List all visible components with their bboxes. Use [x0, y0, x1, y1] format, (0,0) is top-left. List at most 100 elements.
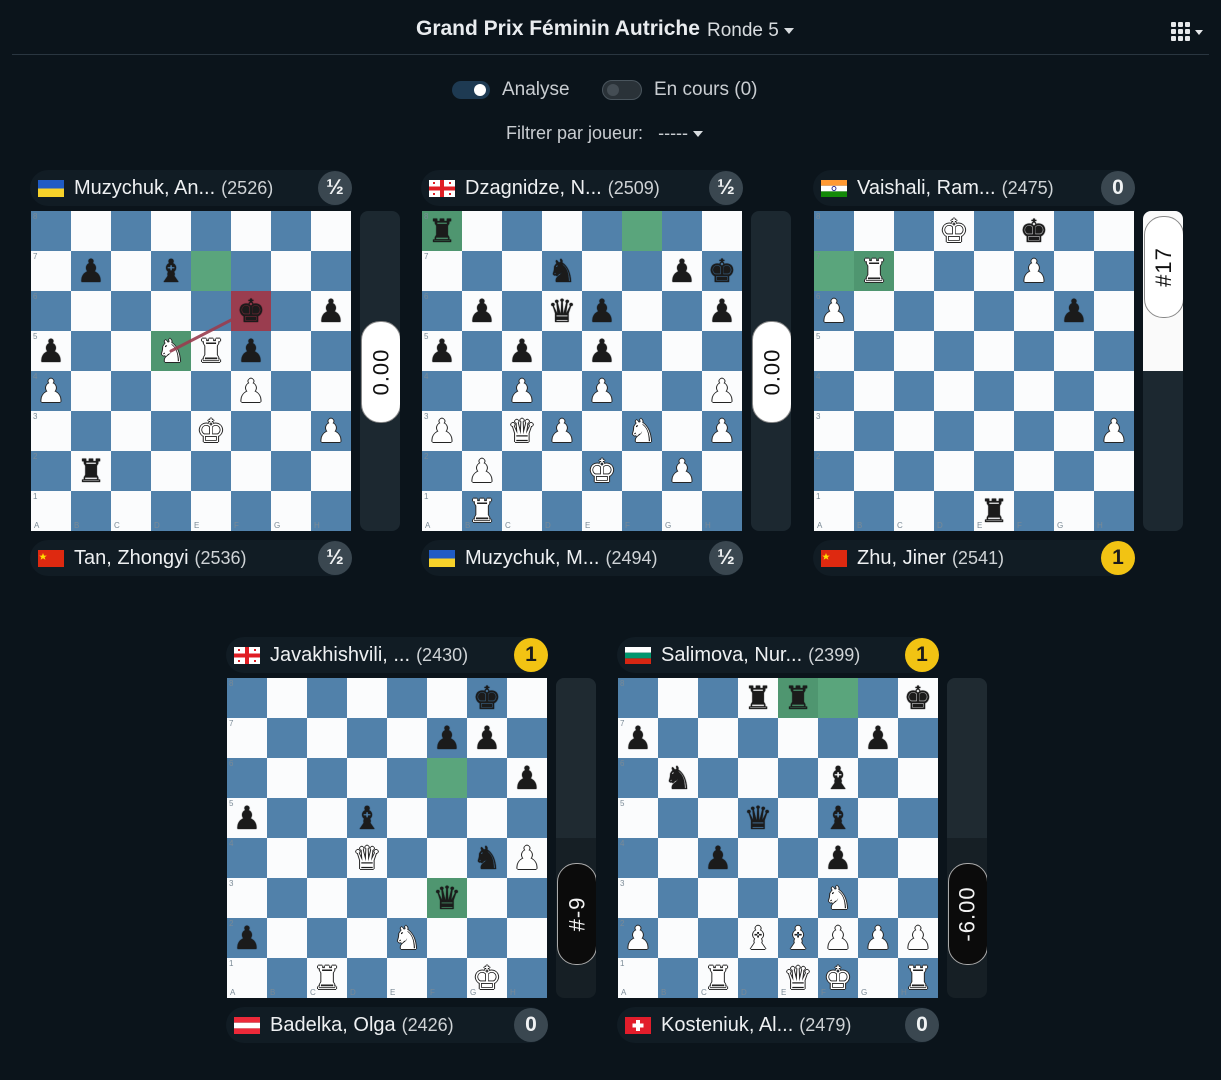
square-b3[interactable]: [854, 411, 894, 451]
square-b6[interactable]: [854, 291, 894, 331]
square-e5[interactable]: [974, 331, 1014, 371]
square-d2[interactable]: [934, 451, 974, 491]
square-c7[interactable]: [698, 718, 738, 758]
square-f7[interactable]: [622, 251, 662, 291]
square-d3[interactable]: [151, 411, 191, 451]
square-g5[interactable]: [662, 331, 702, 371]
round-selector[interactable]: Ronde 5: [707, 20, 794, 42]
square-g8[interactable]: [858, 678, 898, 718]
square-c6[interactable]: [502, 291, 542, 331]
square-h5[interactable]: [311, 331, 351, 371]
square-a5[interactable]: 5 ♟: [422, 331, 462, 371]
square-b8[interactable]: [854, 211, 894, 251]
player-bar-top[interactable]: Muzychuk, An... (2526) ½: [30, 170, 352, 206]
square-d3[interactable]: [347, 878, 387, 918]
square-e4[interactable]: [387, 838, 427, 878]
square-d3[interactable]: [738, 878, 778, 918]
square-h4[interactable]: [1094, 371, 1134, 411]
square-f4[interactable]: ♟: [231, 371, 271, 411]
square-c2[interactable]: [894, 451, 934, 491]
player-bar-bottom[interactable]: Tan, Zhongyi (2536) ½: [30, 540, 352, 576]
square-e7[interactable]: [387, 718, 427, 758]
square-d2[interactable]: [347, 918, 387, 958]
square-f7[interactable]: ♟: [427, 718, 467, 758]
chess-board[interactable]: 8 ♚ 7 ♟ ♟ 6 ♟ 5 ♟ ♝ 4 ♛ ♞ ♟ 3 ♛ 2 ♟ ♞ 1 A B C ♜ D E F G ♚ H: [227, 678, 547, 998]
square-b7[interactable]: [462, 251, 502, 291]
square-f1[interactable]: F ♚: [818, 958, 858, 998]
square-a7[interactable]: 7: [227, 718, 267, 758]
square-h4[interactable]: ♟: [507, 838, 547, 878]
square-c4[interactable]: ♟: [502, 371, 542, 411]
square-b1[interactable]: B ♜: [462, 491, 502, 531]
square-a6[interactable]: 6: [422, 291, 462, 331]
app-grid-menu-button[interactable]: [1158, 20, 1208, 44]
square-g8[interactable]: ♚: [467, 678, 507, 718]
square-b5[interactable]: [267, 798, 307, 838]
square-d7[interactable]: [934, 251, 974, 291]
square-e2[interactable]: ♝: [778, 918, 818, 958]
square-f7[interactable]: ♟: [1014, 251, 1054, 291]
square-h6[interactable]: [1094, 291, 1134, 331]
square-d8[interactable]: [151, 211, 191, 251]
square-f8[interactable]: [818, 678, 858, 718]
square-g6[interactable]: [662, 291, 702, 331]
square-h1[interactable]: H: [507, 958, 547, 998]
square-c1[interactable]: C ♜: [698, 958, 738, 998]
square-e7[interactable]: [191, 251, 231, 291]
chess-board[interactable]: 8 ♚ ♚ 7 ♜ ♟ 6 ♟ ♟ 5 4 3 ♟ 2 1 A B C D E ♜ F G H: [814, 211, 1134, 531]
square-e8[interactable]: [191, 211, 231, 251]
square-b2[interactable]: ♟: [462, 451, 502, 491]
square-d1[interactable]: D: [347, 958, 387, 998]
square-b6[interactable]: [71, 291, 111, 331]
square-c6[interactable]: [894, 291, 934, 331]
square-e2[interactable]: ♚: [582, 451, 622, 491]
square-f2[interactable]: [231, 451, 271, 491]
square-d7[interactable]: ♝: [151, 251, 191, 291]
square-d2[interactable]: ♝: [738, 918, 778, 958]
square-c5[interactable]: [307, 798, 347, 838]
square-f3[interactable]: [231, 411, 271, 451]
square-g7[interactable]: ♟: [858, 718, 898, 758]
square-d1[interactable]: D: [542, 491, 582, 531]
square-h3[interactable]: [898, 878, 938, 918]
square-g6[interactable]: [467, 758, 507, 798]
square-e8[interactable]: [582, 211, 622, 251]
square-d5[interactable]: ♞: [151, 331, 191, 371]
square-d4[interactable]: ♛: [347, 838, 387, 878]
square-f2[interactable]: [427, 918, 467, 958]
square-b3[interactable]: [71, 411, 111, 451]
square-h1[interactable]: H: [702, 491, 742, 531]
square-f3[interactable]: ♞: [818, 878, 858, 918]
square-b2[interactable]: [658, 918, 698, 958]
player-bar-top[interactable]: Salimova, Nur... (2399) 1: [617, 637, 939, 673]
square-c3[interactable]: [111, 411, 151, 451]
square-b4[interactable]: [854, 371, 894, 411]
square-e3[interactable]: [974, 411, 1014, 451]
player-filter-select[interactable]: -----: [658, 123, 704, 143]
analysis-switch[interactable]: [452, 81, 490, 99]
square-b7[interactable]: ♜: [854, 251, 894, 291]
square-d7[interactable]: ♞: [542, 251, 582, 291]
square-b4[interactable]: [267, 838, 307, 878]
square-c4[interactable]: [111, 371, 151, 411]
square-g3[interactable]: [467, 878, 507, 918]
square-h4[interactable]: [311, 371, 351, 411]
square-g5[interactable]: [271, 331, 311, 371]
square-b5[interactable]: [71, 331, 111, 371]
square-g4[interactable]: [662, 371, 702, 411]
square-e4[interactable]: [191, 371, 231, 411]
square-b1[interactable]: B: [71, 491, 111, 531]
square-a8[interactable]: 8: [618, 678, 658, 718]
square-c3[interactable]: [307, 878, 347, 918]
square-f3[interactable]: ♛: [427, 878, 467, 918]
square-c7[interactable]: [894, 251, 934, 291]
square-e2[interactable]: [191, 451, 231, 491]
square-g3[interactable]: [858, 878, 898, 918]
ongoing-toggle[interactable]: En cours (0): [602, 79, 757, 100]
square-c8[interactable]: [502, 211, 542, 251]
player-bar-top[interactable]: Vaishali, Ram... (2475) 0: [813, 170, 1135, 206]
square-g5[interactable]: [858, 798, 898, 838]
square-e1[interactable]: E: [191, 491, 231, 531]
square-g6[interactable]: [271, 291, 311, 331]
square-a8[interactable]: 8: [227, 678, 267, 718]
